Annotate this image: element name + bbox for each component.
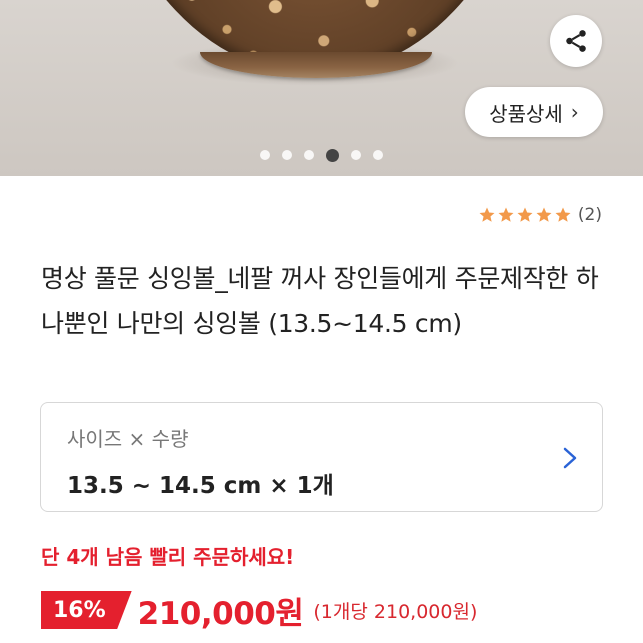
discount-badge: 16% (41, 591, 132, 629)
chevron-right-icon (563, 447, 577, 469)
star-rating (478, 206, 572, 224)
stock-notice: 단 4개 남음 빨리 주문하세요! (41, 545, 295, 569)
star-icon (517, 207, 533, 222)
product-title: 명상 풀문 싱잉볼_네팔 꺼사 장인들에게 주문제작한 하나뿐인 나만의 싱잉볼… (41, 264, 599, 338)
chevron-right-icon: › (570, 100, 579, 124)
option-label: 사이즈 × 수량 (67, 427, 189, 451)
review-count[interactable]: (2) (578, 205, 602, 225)
share-icon (566, 30, 586, 52)
carousel-dot (373, 150, 383, 160)
carousel-dot (260, 150, 270, 160)
carousel-dot (304, 150, 314, 160)
product-detail-label: 상품상세 (489, 101, 563, 126)
option-selector[interactable]: 사이즈 × 수량 13.5 ~ 14.5 cm × 1개 (40, 402, 603, 512)
product-image-carousel[interactable]: 상품상세 › (0, 0, 643, 176)
carousel-indicator (0, 148, 643, 162)
star-icon (536, 207, 552, 222)
carousel-dot (282, 150, 292, 160)
unit-price: (1개당 210,000원) (313, 600, 478, 623)
price-row: 16% 210,000원 (1개당 210,000원) (41, 588, 477, 632)
star-icon (479, 207, 495, 222)
carousel-dot (351, 150, 361, 160)
product-detail-button[interactable]: 상품상세 › (465, 87, 603, 137)
option-value: 13.5 ~ 14.5 cm × 1개 (67, 473, 334, 499)
star-icon (555, 207, 571, 222)
star-icon (498, 207, 514, 222)
price: 210,000원 (137, 595, 304, 632)
carousel-dot (326, 148, 339, 162)
rating[interactable]: (2) (478, 203, 602, 227)
share-button[interactable] (550, 15, 602, 67)
